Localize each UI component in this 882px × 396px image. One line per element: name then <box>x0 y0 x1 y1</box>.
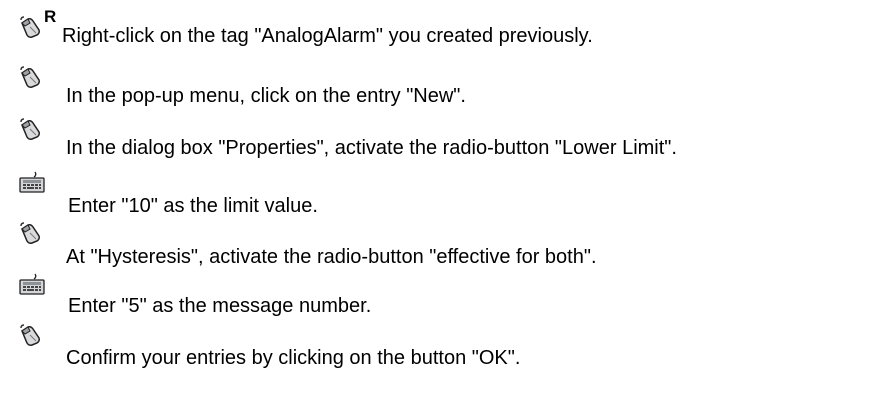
instruction-step: Enter "5" as the message number. <box>0 272 882 317</box>
instruction-step: At "Hysteresis", activate the radio-butt… <box>0 220 882 268</box>
instruction-steps: R Right-click on the tag "AnalogAlarm" y… <box>0 0 882 396</box>
step-text: Enter "10" as the limit value. <box>68 195 318 217</box>
instruction-step: In the pop-up menu, click on the entry "… <box>0 64 882 107</box>
mouse-right-click-icon: R <box>18 8 58 48</box>
mouse-click-icon <box>18 64 58 98</box>
right-click-marker: R <box>44 7 57 26</box>
mouse-click-icon <box>18 322 58 356</box>
instruction-step: Confirm your entries by clicking on the … <box>0 322 882 369</box>
instruction-step: In the dialog box "Properties", activate… <box>0 116 882 159</box>
step-text: Enter "5" as the message number. <box>68 295 372 317</box>
instruction-step: Enter "10" as the limit value. <box>0 170 882 217</box>
mouse-click-icon <box>18 116 58 150</box>
step-text: In the pop-up menu, click on the entry "… <box>66 85 466 107</box>
step-text: Right-click on the tag "AnalogAlarm" you… <box>62 25 593 47</box>
mouse-click-icon <box>18 220 58 254</box>
step-text: Confirm your entries by clicking on the … <box>66 347 521 369</box>
keyboard-icon <box>18 170 58 204</box>
instruction-step: R Right-click on the tag "AnalogAlarm" y… <box>0 8 882 54</box>
step-text: In the dialog box "Properties", activate… <box>66 137 677 159</box>
step-text: At "Hysteresis", activate the radio-butt… <box>66 246 597 268</box>
keyboard-icon <box>18 272 58 306</box>
